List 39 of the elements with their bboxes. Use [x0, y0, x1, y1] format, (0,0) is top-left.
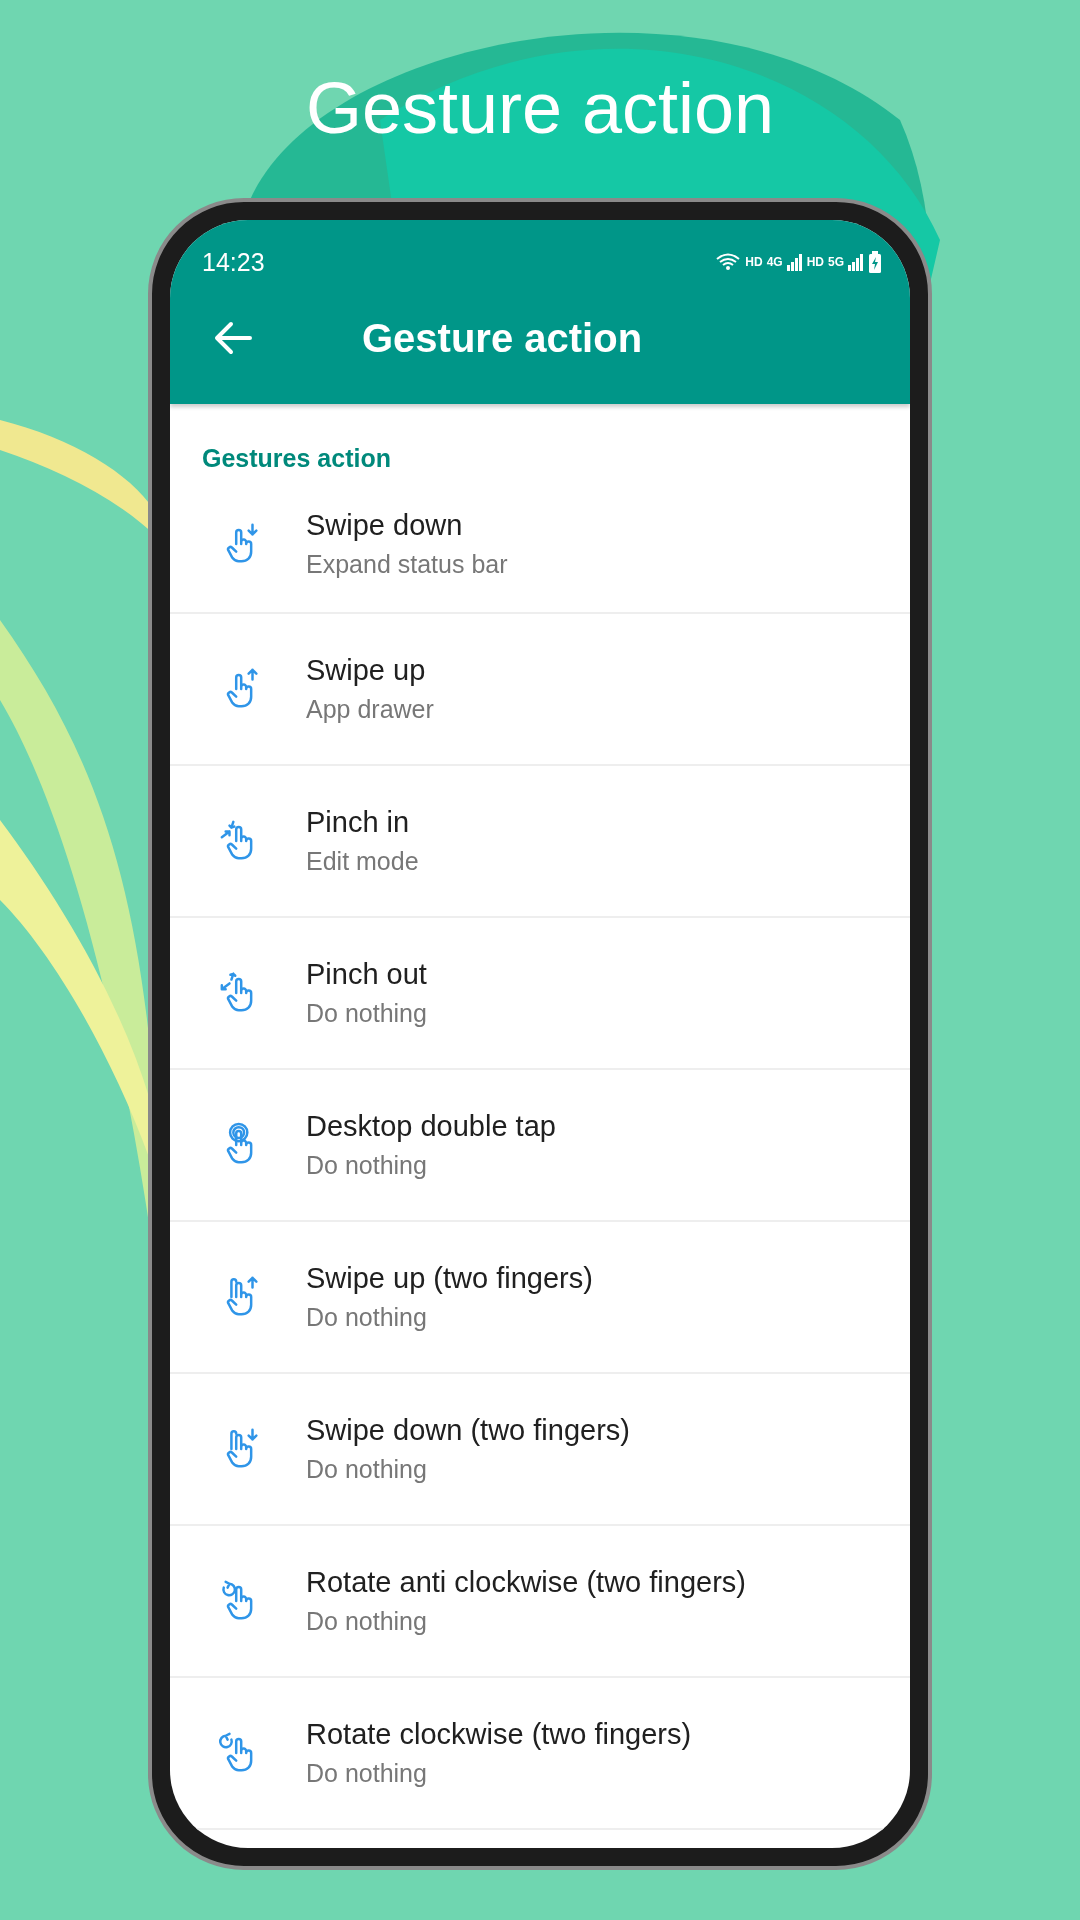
row-summary: Do nothing — [306, 999, 427, 1028]
row-summary: Do nothing — [306, 1759, 428, 1788]
app-bar-title: Gesture action — [362, 315, 643, 361]
signal-icon — [848, 253, 864, 271]
settings-row[interactable]: Swipe up (two fingers) Do nothing — [170, 1222, 910, 1374]
row-summary: Do nothing — [306, 1303, 428, 1332]
row-title: Rotate anti clockwise (two fingers) — [306, 1566, 746, 1599]
settings-row[interactable]: Swipe down Expand status bar — [170, 490, 910, 614]
status-time: 14:23 — [202, 247, 265, 277]
row-title: Pinch out — [306, 958, 427, 991]
settings-row[interactable]: Pinch in Edit mode — [170, 766, 910, 918]
settings-row[interactable]: Desktop double tap Do nothing — [170, 1070, 910, 1222]
row-title: Pinch in — [306, 806, 411, 839]
battery-charging-icon — [868, 251, 882, 273]
row-title: Swipe up — [306, 654, 427, 687]
row-summary: Do nothing — [306, 1455, 428, 1484]
row-summary: Edit mode — [306, 847, 419, 876]
settings-row[interactable]: Swipe up App drawer — [170, 614, 910, 766]
row-title: Swipe up (two fingers) — [306, 1262, 593, 1295]
row-summary: Expand status bar — [306, 550, 508, 579]
row-title: Swipe down — [306, 509, 464, 542]
network-label: 4G — [766, 255, 783, 269]
row-summary: Do nothing — [306, 1151, 428, 1180]
settings-row[interactable]: Swipe down (two fingers) Do nothing — [170, 1374, 910, 1526]
settings-row[interactable]: Rotate anti clockwise (two fingers) Do nothing — [170, 1526, 910, 1678]
settings-row[interactable]: Rotate clockwise (two fingers) Do nothing — [170, 1678, 910, 1830]
row-summary: App drawer — [306, 695, 434, 724]
network-label: HD — [806, 255, 824, 269]
settings-row[interactable]: Pinch out Do nothing — [170, 918, 910, 1070]
wifi-icon — [715, 252, 742, 272]
row-summary: Do nothing — [306, 1607, 428, 1636]
section-header: Gestures action — [201, 443, 392, 474]
row-title: Rotate clockwise (two fingers) — [306, 1718, 692, 1751]
row-title: Desktop double tap — [306, 1110, 556, 1143]
network-label: HD — [745, 255, 763, 269]
row-title: Swipe down (two fingers) — [306, 1414, 630, 1447]
signal-icon — [786, 253, 803, 271]
network-label: 5G — [828, 255, 844, 269]
page-headline: Gesture action — [305, 67, 775, 150]
